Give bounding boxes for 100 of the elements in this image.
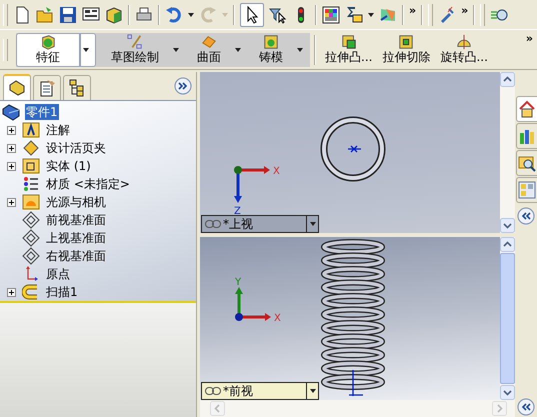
scroll-up-icon[interactable] xyxy=(500,237,515,252)
panel-tab[interactable] xyxy=(3,74,31,100)
scroll-thumb[interactable] xyxy=(500,253,515,384)
view-selector[interactable]: *上视 xyxy=(201,215,319,233)
annotation-folder-icon xyxy=(22,121,40,139)
binder-icon xyxy=(22,139,40,157)
tree-item[interactable]: 光源与相机 xyxy=(45,194,107,210)
view-palette-icon xyxy=(518,181,536,199)
expand-icon[interactable] xyxy=(6,288,16,296)
graphics-viewport[interactable]: X Z *上视 xyxy=(200,72,500,233)
sketch-point-icon xyxy=(347,145,362,153)
surface-icon xyxy=(201,34,217,50)
plane-icon xyxy=(22,211,40,229)
panel-tab[interactable] xyxy=(33,75,61,100)
caret-icon xyxy=(83,48,89,52)
printer-icon[interactable] xyxy=(135,6,153,24)
tree-item[interactable]: 零件1 xyxy=(25,104,59,120)
task-pane-tab[interactable] xyxy=(516,150,536,176)
filter-icon[interactable] xyxy=(269,6,287,24)
feature-icon xyxy=(40,34,56,50)
caret-icon xyxy=(310,389,316,393)
expand-panel-icon[interactable] xyxy=(174,77,192,95)
tree-item[interactable]: 注解 xyxy=(45,122,71,138)
collapse-pane-icon[interactable] xyxy=(517,207,535,225)
origin-marker-icon xyxy=(348,369,364,397)
tree-item[interactable]: 原点 xyxy=(45,266,71,282)
folder-search-icon xyxy=(518,154,536,172)
command-tab[interactable]: 曲面 xyxy=(186,32,232,66)
panel-tab[interactable] xyxy=(63,75,91,100)
books-icon xyxy=(518,127,536,145)
axis-triad-drawing xyxy=(235,287,271,321)
extrude-boss-icon xyxy=(340,34,357,50)
material-icon xyxy=(22,175,40,193)
sweep-icon xyxy=(22,283,40,301)
tree-item[interactable]: 前视基准面 xyxy=(45,212,107,228)
axis-label: Y xyxy=(235,277,242,288)
scrollbar[interactable] xyxy=(500,237,515,400)
undo-icon[interactable] xyxy=(165,6,183,24)
scroll-down-icon[interactable] xyxy=(500,218,515,233)
tree-item[interactable]: 上视基准面 xyxy=(45,230,107,246)
more-button[interactable]: » xyxy=(409,5,416,16)
command-tab[interactable]: 铸模 xyxy=(248,32,294,66)
configuration-tree-icon xyxy=(68,79,86,97)
house-icon xyxy=(518,100,536,118)
revolve-icon xyxy=(456,34,472,50)
tree-item[interactable]: 实体 (1) xyxy=(45,158,92,174)
caret-icon xyxy=(173,48,179,52)
scroll-down-icon[interactable] xyxy=(500,385,515,400)
expand-icon[interactable] xyxy=(6,198,16,206)
expand-icon[interactable] xyxy=(6,162,16,170)
scrollbar[interactable] xyxy=(500,72,515,233)
axis-triad-drawing xyxy=(234,166,270,203)
tree-item[interactable]: 扫描1 xyxy=(45,284,79,300)
link-icon xyxy=(205,387,221,395)
caret-icon[interactable] xyxy=(188,12,194,16)
scroll-up-icon[interactable] xyxy=(500,72,515,87)
floppy-icon[interactable] xyxy=(59,6,77,24)
plane-icon xyxy=(22,247,40,265)
command-tab[interactable]: 特征 xyxy=(16,32,80,66)
dropdown-button[interactable] xyxy=(80,32,96,66)
axis-label: X xyxy=(274,313,281,324)
part-icon xyxy=(2,103,20,121)
color-grid-icon[interactable] xyxy=(322,6,340,24)
form-icon[interactable] xyxy=(82,6,100,24)
task-pane-tab[interactable] xyxy=(516,123,536,149)
sketch-pencil-icon xyxy=(127,34,143,50)
more-button[interactable]: » xyxy=(461,5,468,16)
caret-icon xyxy=(297,48,303,52)
tree-item[interactable]: 设计活页夹 xyxy=(45,140,107,156)
axis-label: Z xyxy=(234,206,241,217)
expand-icon[interactable] xyxy=(6,144,16,152)
command-button[interactable]: 旋转凸... xyxy=(435,34,493,65)
part-icon xyxy=(8,79,26,97)
box-icon[interactable] xyxy=(105,6,123,24)
command-button[interactable]: 拉伸凸... xyxy=(320,34,378,65)
sigma-icon[interactable] xyxy=(345,6,363,24)
mold-icon xyxy=(263,34,279,50)
link-icon xyxy=(205,220,221,228)
command-tab[interactable]: 草图绘制 xyxy=(100,32,170,66)
lights-folder-icon xyxy=(22,193,40,211)
tree-item[interactable]: 材质 <未指定> xyxy=(45,176,131,192)
caret-icon[interactable] xyxy=(368,12,374,16)
property-sheet-icon xyxy=(38,79,56,97)
command-button[interactable]: 拉伸切除 xyxy=(377,34,436,65)
solid-body-folder-icon xyxy=(22,157,40,175)
select-button[interactable] xyxy=(240,2,264,26)
tree-item[interactable]: 右视基准面 xyxy=(45,248,107,264)
caret-icon xyxy=(235,48,241,52)
open-folder-icon[interactable] xyxy=(36,6,54,24)
caret-icon xyxy=(310,222,316,226)
expand-icon[interactable] xyxy=(6,126,16,134)
axis-label: X xyxy=(273,166,280,177)
more-button[interactable]: » xyxy=(526,33,533,44)
graphics-viewport[interactable]: X Y *前视 xyxy=(200,237,500,400)
collapse-pane-icon[interactable] xyxy=(517,398,535,416)
view-selector[interactable]: *前视 xyxy=(201,382,319,400)
extrude-cut-icon xyxy=(398,34,414,50)
plane-icon xyxy=(22,229,40,247)
ring-drawing xyxy=(320,116,386,182)
task-pane-tab[interactable] xyxy=(516,96,536,122)
